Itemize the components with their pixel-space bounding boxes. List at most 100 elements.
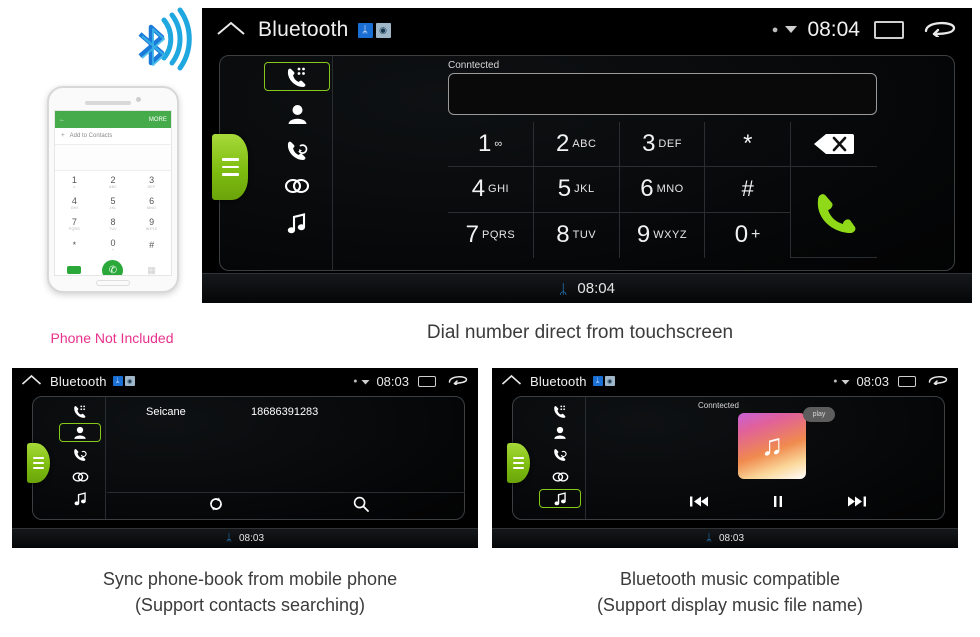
main-head-unit-screen: Bluetooth ᛦ ◉ ● 08:04 Conntected 1 ∞ 2 A… xyxy=(202,8,972,303)
key-6[interactable]: 6 MNO xyxy=(619,167,706,213)
call-phone-icon xyxy=(818,194,856,234)
phone-home-button[interactable] xyxy=(96,280,130,286)
wifi-icon xyxy=(361,372,370,390)
phone-key[interactable]: 9 WXYZ xyxy=(132,213,171,234)
wifi-icon xyxy=(841,372,850,390)
bluetooth-wireless-logo xyxy=(118,6,200,78)
page-title: Bluetooth xyxy=(50,373,107,389)
phone-key[interactable]: 7 PQRS xyxy=(55,213,94,234)
sidebar-item-pairing[interactable] xyxy=(59,467,101,486)
phone-key[interactable]: 0 + xyxy=(94,234,133,255)
dial-number-input[interactable] xyxy=(448,73,877,115)
phone-key[interactable]: * xyxy=(55,234,94,255)
sidebar-item-pairing[interactable] xyxy=(264,172,330,200)
phone-key[interactable]: 1 ∞ xyxy=(55,171,94,192)
sidebar-item-call-history[interactable] xyxy=(539,445,581,464)
dialpad-keypad[interactable]: 1 ∞ 2 ABC 3 DEF * 4 GHI 5 JKL 6 MNO # 7 … xyxy=(448,122,877,258)
menu-tab-handle[interactable] xyxy=(212,134,248,200)
phone-key-sub: MNO xyxy=(147,205,157,210)
table-row[interactable]: Seicane 18686391283 xyxy=(146,406,446,418)
back-arrow-icon[interactable] xyxy=(924,19,958,42)
phone-key[interactable]: 6 MNO xyxy=(132,192,171,213)
sidebar-item-music[interactable] xyxy=(539,489,581,508)
sidebar-item-dialpad[interactable] xyxy=(264,62,330,91)
music-caption-line1: Bluetooth music compatible xyxy=(619,569,841,589)
key-5[interactable]: 5 JKL xyxy=(533,167,620,213)
key-3[interactable]: 3 DEF xyxy=(619,122,706,168)
phone-keypad-toggle-icon[interactable]: ▦ xyxy=(132,265,171,276)
phone-add-to-contacts-row[interactable]: + Add to Contacts xyxy=(55,128,171,145)
music-note-icon xyxy=(554,491,566,505)
search-icon[interactable] xyxy=(353,496,369,517)
music-head-unit-screen: Bluetooth ᛦ ◉ ● 08:03 Conntected ♫ play … xyxy=(492,368,958,548)
home-icon[interactable] xyxy=(21,372,42,390)
sidebar-item-dialpad[interactable] xyxy=(59,402,101,421)
sidebar-item-music[interactable] xyxy=(264,209,330,237)
back-arrow-icon[interactable] xyxy=(448,372,469,390)
wifi-icon xyxy=(784,21,798,39)
back-arrow-icon[interactable] xyxy=(928,372,949,390)
list-divider xyxy=(107,492,465,493)
home-icon[interactable] xyxy=(216,20,246,41)
phonebook-nav-rail xyxy=(27,397,106,519)
phone-key-num: * xyxy=(72,239,77,250)
location-pin-icon: ● xyxy=(353,377,358,385)
phone-key[interactable]: 4 GHI xyxy=(55,192,94,213)
home-icon[interactable] xyxy=(501,372,522,390)
phone-camera xyxy=(136,97,141,102)
phonebook-unit-body: Seicane 18686391283 xyxy=(27,396,465,520)
phone-key[interactable]: 3 DEF xyxy=(132,171,171,192)
phone-back-icon[interactable]: ← xyxy=(59,117,65,123)
bluetooth-icon: ᛦ xyxy=(705,533,712,544)
key-hash[interactable]: # xyxy=(705,167,792,213)
phone-key-sub: TUV xyxy=(109,226,117,231)
contact-person-icon xyxy=(554,426,566,439)
music-bottom-bar: ᛦ 08:03 xyxy=(492,528,958,548)
key-2[interactable]: 2 ABC xyxy=(533,122,620,168)
next-track-button[interactable] xyxy=(847,495,867,513)
previous-track-button[interactable] xyxy=(689,495,709,513)
phone-key[interactable]: 2 ABC xyxy=(94,171,133,192)
phone-call-button[interactable]: ✆ xyxy=(102,259,124,275)
phone-key-num: 3 xyxy=(149,174,155,185)
phone-more-button[interactable]: MORE xyxy=(149,117,167,123)
key-1[interactable]: 1 ∞ xyxy=(448,122,534,168)
main-nav-rail xyxy=(212,56,333,270)
menu-tab-handle[interactable] xyxy=(27,443,50,483)
phone-key[interactable]: 5 JKL xyxy=(94,192,133,213)
backspace-key[interactable] xyxy=(791,122,877,168)
clock: 08:03 xyxy=(376,373,409,389)
phone-key-num: 5 xyxy=(110,195,116,206)
recents-icon[interactable] xyxy=(418,375,436,387)
sidebar-item-dialpad[interactable] xyxy=(539,402,581,421)
call-button[interactable] xyxy=(791,167,877,258)
voicemail-icon[interactable] xyxy=(67,266,82,274)
status-right-cluster: ● 08:04 xyxy=(772,18,958,42)
sidebar-item-contacts[interactable] xyxy=(539,423,581,442)
sync-icon[interactable] xyxy=(208,496,224,517)
recents-icon[interactable] xyxy=(874,21,904,39)
sidebar-item-contacts[interactable] xyxy=(59,423,101,442)
sidebar-item-pairing[interactable] xyxy=(539,467,581,486)
sidebar-item-call-history[interactable] xyxy=(264,136,330,164)
phone-key[interactable]: 8 TUV xyxy=(94,213,133,234)
main-unit-body: Conntected 1 ∞ 2 ABC 3 DEF * 4 GHI 5 JKL 6 MNO… xyxy=(212,55,955,271)
dialpad-phone-icon xyxy=(287,67,306,87)
phone-key[interactable]: # xyxy=(132,234,171,255)
sidebar-item-call-history[interactable] xyxy=(59,445,101,464)
key-4[interactable]: 4 GHI xyxy=(448,167,534,213)
recents-icon[interactable] xyxy=(898,375,916,387)
sidebar-item-contacts[interactable] xyxy=(264,100,330,128)
key-9[interactable]: 9 WXYZ xyxy=(620,212,706,258)
sidebar-item-music[interactable] xyxy=(59,489,101,508)
key-7[interactable]: 7 PQRS xyxy=(448,212,534,258)
phone-key-num: 9 xyxy=(149,216,155,227)
key-star[interactable]: * xyxy=(705,122,792,168)
pause-button[interactable] xyxy=(771,495,785,513)
contact-person-icon xyxy=(288,105,306,124)
phone-keypad[interactable]: 1 ∞ 2 ABC 3 DEF 4 GHI 5 JKL 6 MNO 7 PQRS 8 TUV 9… xyxy=(55,171,171,255)
key-8[interactable]: 8 TUV xyxy=(534,212,620,258)
key-0[interactable]: 0 + xyxy=(705,212,792,258)
phone-key-num: # xyxy=(149,239,155,250)
menu-tab-handle[interactable] xyxy=(507,443,530,483)
